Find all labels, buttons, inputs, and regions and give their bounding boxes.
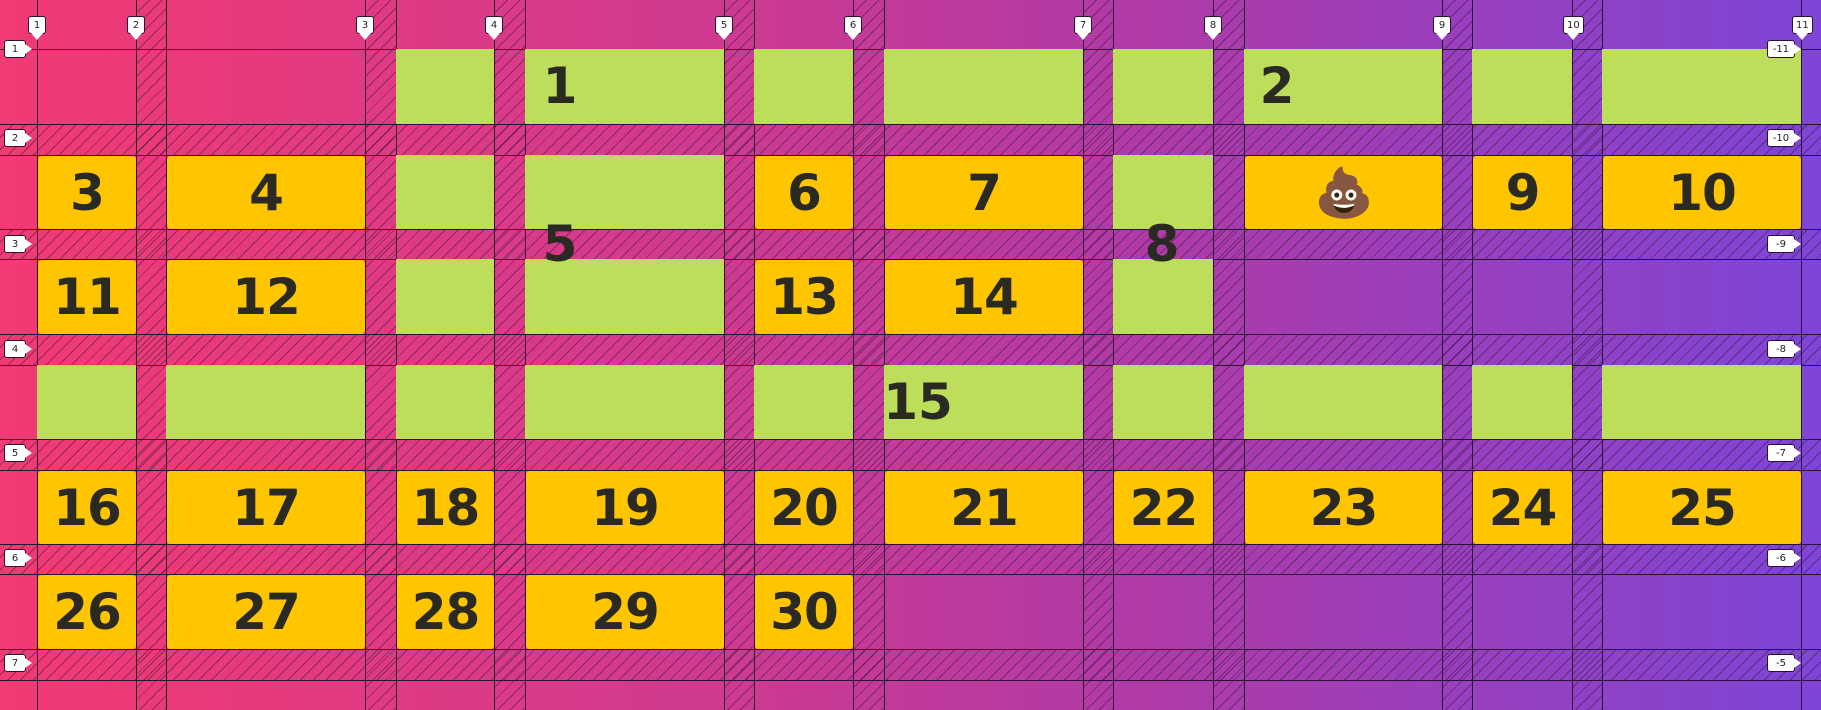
- grid-area-cell: [37, 365, 136, 439]
- grid-item-5[interactable]: 5: [520, 214, 600, 274]
- row-gap: [0, 544, 1821, 574]
- grid-item-10[interactable]: 10: [1603, 156, 1801, 229]
- grid-item-12[interactable]: 12: [167, 260, 365, 334]
- column-line-number-badge: 5: [715, 16, 733, 40]
- column-line-number-badge: 11: [1792, 16, 1813, 40]
- css-grid-inspector: 1 2 3 4 5 6 7 8 💩 9 10 11 12 13 14 15 16 17 18 19 20 21 22 23 24…: [0, 0, 1821, 710]
- grid-line-vertical: [1442, 0, 1443, 710]
- grid-item-25[interactable]: 25: [1603, 471, 1801, 544]
- column-line-number-badge: 2: [127, 16, 145, 40]
- grid-item-23[interactable]: 23: [1245, 471, 1442, 544]
- grid-line-vertical: [724, 0, 725, 710]
- grid-area-cell: [884, 49, 1083, 124]
- grid-area-cell: [754, 49, 853, 124]
- grid-line-vertical: [136, 0, 137, 710]
- grid-area-cell: [1472, 49, 1572, 124]
- row-line-negative-number-badge: -10: [1767, 129, 1801, 147]
- grid-line-vertical: [1213, 0, 1214, 710]
- grid-item-7[interactable]: 7: [885, 156, 1083, 229]
- grid-item-24[interactable]: 24: [1473, 471, 1572, 544]
- grid-item-26[interactable]: 26: [38, 575, 136, 649]
- column-line-number-badge: 7: [1074, 16, 1092, 40]
- grid-area-cell: [754, 365, 853, 439]
- grid-area-cell: [166, 365, 365, 439]
- grid-area-cell: [1244, 365, 1442, 439]
- column-line-number-badge: 6: [844, 16, 862, 40]
- grid-area-cell: [1113, 365, 1213, 439]
- grid-line-vertical: [1801, 0, 1802, 710]
- grid-item-9[interactable]: 9: [1473, 156, 1572, 229]
- row-line-negative-number-badge: -7: [1767, 444, 1801, 462]
- grid-area-cell: [396, 155, 494, 229]
- grid-line-horizontal: [0, 334, 1821, 335]
- grid-item-3[interactable]: 3: [38, 156, 136, 229]
- grid-item-14[interactable]: 14: [885, 260, 1083, 334]
- grid-line-vertical: [1083, 0, 1084, 710]
- row-line-number-badge: 4: [4, 340, 32, 358]
- grid-item-1[interactable]: 1: [520, 56, 600, 116]
- grid-area-cell: [396, 49, 494, 124]
- row-line-negative-number-badge: -11: [1767, 40, 1801, 58]
- row-gap: [0, 334, 1821, 365]
- column-line-number-badge: 4: [485, 16, 503, 40]
- grid-line-horizontal: [0, 649, 1821, 650]
- grid-area-cell: [1602, 365, 1801, 439]
- grid-area-cell: [1472, 365, 1572, 439]
- grid-item-16[interactable]: 16: [38, 471, 136, 544]
- grid-item-2[interactable]: 2: [1237, 56, 1317, 116]
- column-line-number-badge: 9: [1433, 16, 1451, 40]
- grid-item-29[interactable]: 29: [526, 575, 724, 649]
- row-line-number-badge: 7: [4, 654, 32, 672]
- grid-line-horizontal: [0, 680, 1821, 681]
- column-line-number-badge: 10: [1563, 16, 1584, 40]
- grid-item-6[interactable]: 6: [755, 156, 853, 229]
- grid-area-cell: [396, 365, 494, 439]
- row-line-negative-number-badge: -8: [1767, 340, 1801, 358]
- column-line-number-badge: 1: [28, 16, 46, 40]
- row-line-number-badge: 2: [4, 129, 32, 147]
- poop-emoji-icon[interactable]: 💩: [1245, 156, 1442, 229]
- grid-line-vertical: [1572, 0, 1573, 710]
- row-line-number-badge: 3: [4, 235, 32, 253]
- grid-line-horizontal: [0, 544, 1821, 545]
- grid-line-vertical: [365, 0, 366, 710]
- grid-item-27[interactable]: 27: [167, 575, 365, 649]
- grid-item-11[interactable]: 11: [38, 260, 136, 334]
- grid-item-4[interactable]: 4: [167, 156, 365, 229]
- grid-area-cell: [1113, 49, 1213, 124]
- grid-item-19[interactable]: 19: [526, 471, 724, 544]
- row-gap: [0, 439, 1821, 470]
- grid-area-cell: [396, 259, 494, 334]
- grid-item-30[interactable]: 30: [755, 575, 853, 649]
- grid-item-15[interactable]: 15: [878, 372, 958, 432]
- grid-item-8[interactable]: 8: [1122, 214, 1202, 274]
- column-line-number-badge: 3: [356, 16, 374, 40]
- grid-item-17[interactable]: 17: [167, 471, 365, 544]
- row-gap: [0, 229, 1821, 259]
- grid-line-vertical: [494, 0, 495, 710]
- grid-line-horizontal: [0, 229, 1821, 230]
- row-gap: [0, 124, 1821, 155]
- grid-item-13[interactable]: 13: [755, 260, 853, 334]
- grid-item-28[interactable]: 28: [397, 575, 494, 649]
- grid-line-horizontal: [0, 439, 1821, 440]
- column-line-number-badge: 8: [1204, 16, 1222, 40]
- row-line-negative-number-badge: -5: [1767, 654, 1801, 672]
- row-line-number-badge: 6: [4, 549, 32, 567]
- row-line-negative-number-badge: -9: [1767, 235, 1801, 253]
- grid-item-21[interactable]: 21: [885, 471, 1083, 544]
- row-line-number-badge: 1: [4, 40, 32, 58]
- grid-area-cell: [525, 365, 724, 439]
- grid-item-22[interactable]: 22: [1114, 471, 1213, 544]
- grid-item-18[interactable]: 18: [397, 471, 494, 544]
- grid-area-cell: [1602, 49, 1801, 124]
- grid-item-20[interactable]: 20: [755, 471, 853, 544]
- grid-line-horizontal: [0, 124, 1821, 125]
- row-line-negative-number-badge: -6: [1767, 549, 1801, 567]
- row-gap: [0, 649, 1821, 680]
- grid-line-vertical: [853, 0, 854, 710]
- row-line-number-badge: 5: [4, 444, 32, 462]
